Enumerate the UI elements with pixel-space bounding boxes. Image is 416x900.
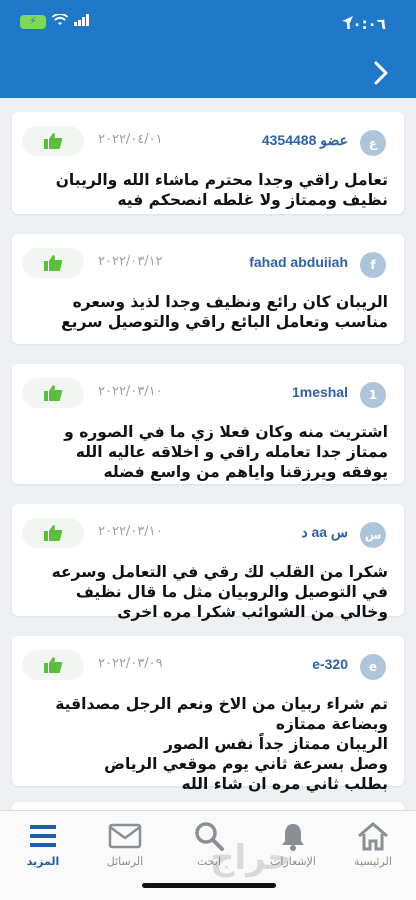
review-card: س س aa د ٢٠٢٢/٠٣/١٠ شكرا من القلب لك رقي… [12,504,404,621]
tab-label: المزيد [26,855,60,868]
review-username[interactable]: 1meshal [292,384,348,400]
watermark: حراج [210,838,292,878]
home-icon [358,822,388,851]
review-username[interactable]: عضو 4354488 [262,132,348,149]
mail-icon [108,823,142,849]
review-date: ٢٠٢٢/٠٣/١٠ [98,384,163,399]
review-card: 1 1meshal ٢٠٢٢/٠٣/١٠ اشتريت منه وكان فعل… [12,364,404,484]
status-time: ١٠:٠٦ [343,15,386,33]
tab-more[interactable]: المزيد [8,821,78,877]
review-card: f fahad abduiiah ٢٠٢٢/٠٣/١٢ الريبان كان … [12,234,404,344]
review-date: ٢٠٢٢/٠٣/١٠ [98,524,163,539]
review-date: ٢٠٢٢/٠٣/١٢ [98,254,163,269]
thumbs-up-icon [22,248,84,278]
avatar[interactable]: ع [360,130,386,156]
review-date: ٢٠٢٢/٠٣/٠٩ [98,656,163,671]
review-text: شكرا من القلب لك رقي في التعامل وسرعه في… [51,563,388,621]
review-text: تم شراء ربيان من الاخ ونعم الرجل مصداقية… [55,695,388,793]
thumbs-up-icon [22,650,84,680]
menu-icon [30,825,56,847]
home-indicator[interactable] [142,883,276,888]
reviews-list[interactable]: ع عضو 4354488 ٢٠٢٢/٠٤/٠١ تعامل راقي وجدا… [0,98,416,810]
tab-home[interactable]: الرئيسية [338,821,408,877]
thumbs-up-icon [22,518,84,548]
review-username[interactable]: fahad abduiiah [249,254,348,270]
review-card: e e-320 ٢٠٢٢/٠٣/٠٩ تم شراء ربيان من الاخ… [12,636,404,793]
review-text: اشتريت منه وكان فعلا زي ما في الصوره و م… [64,423,388,481]
status-indicators: ⚡ [20,13,90,30]
back-chevron-icon[interactable] [370,58,392,88]
avatar[interactable]: e [360,654,386,680]
wifi-icon [51,13,69,30]
review-username[interactable]: س aa د [301,524,348,541]
review-card: ع عضو 4354488 ٢٠٢٢/٠٤/٠١ تعامل راقي وجدا… [12,112,404,214]
avatar[interactable]: س [360,522,386,548]
avatar[interactable]: 1 [360,382,386,408]
tab-label: الرئيسية [354,855,392,868]
review-text: تعامل راقي وجدا محترم ماشاء الله والريبا… [55,171,388,209]
review-date: ٢٠٢٢/٠٤/٠١ [98,132,163,147]
thumbs-up-icon [22,378,84,408]
top-header: ⚡ ١٠:٠٦ [0,0,416,98]
thumbs-up-icon [22,126,84,156]
review-card [12,802,404,810]
tab-messages[interactable]: الرسائل [90,821,160,877]
review-username[interactable]: e-320 [312,656,348,672]
avatar[interactable]: f [360,252,386,278]
battery-icon: ⚡ [20,15,46,29]
review-text: الريبان كان رائع ونظيف وجدا لذيذ وسعره م… [61,293,388,331]
tab-label: الرسائل [106,855,144,868]
signal-icon [74,14,90,30]
